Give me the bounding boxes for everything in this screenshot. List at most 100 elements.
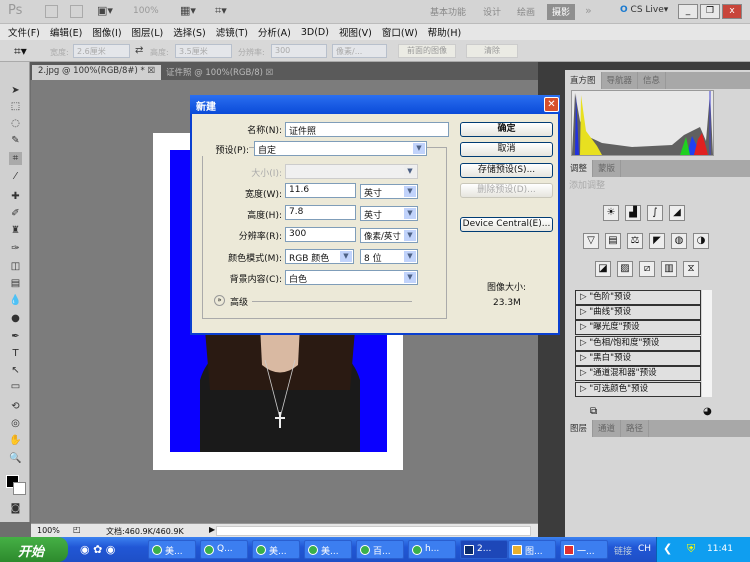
brush-tool-icon[interactable]: ✐ <box>9 207 22 220</box>
menu-image[interactable]: 图像(I) <box>92 25 121 39</box>
save-preset-button[interactable]: 存储预设(S)... <box>460 163 553 178</box>
quick-mask-icon[interactable]: ◙ <box>9 502 22 515</box>
history-brush-icon[interactable]: ✑ <box>9 242 22 255</box>
menu-analysis[interactable]: 分析(A) <box>258 25 291 39</box>
menu-help[interactable]: 帮助(H) <box>428 25 462 39</box>
hand-tool-icon[interactable]: ✋ <box>9 434 22 447</box>
menu-3d[interactable]: 3D(D) <box>301 27 329 38</box>
preset-levels[interactable]: ▷ "色阶"预设 <box>575 290 701 305</box>
clear-button[interactable]: 清除 <box>466 44 518 58</box>
tab-channels[interactable]: 通道 <box>593 420 621 437</box>
minimize-button[interactable]: _ <box>678 4 698 19</box>
status-menu-arrow[interactable]: ▶ <box>209 525 215 534</box>
channel-mixer-icon[interactable]: ◑ <box>693 233 709 249</box>
task-item[interactable]: h... <box>408 540 456 559</box>
screen-mode-icon[interactable]: ⌗▾ <box>215 4 227 18</box>
resolution-input[interactable]: 300 <box>285 227 356 242</box>
blur-tool-icon[interactable]: 💧 <box>9 294 22 307</box>
3d-rotate-icon[interactable]: ⟲ <box>9 400 22 413</box>
width-unit-select[interactable]: 英寸▼ <box>360 184 418 199</box>
eraser-tool-icon[interactable]: ◫ <box>9 260 22 273</box>
marquee-tool-icon[interactable]: ⬚ <box>9 100 22 113</box>
cancel-button[interactable]: 取消 <box>460 142 553 157</box>
arrange-icon[interactable]: ▦▾ <box>180 4 196 17</box>
crop-tool-preset-icon[interactable]: ⌗▾ <box>14 44 27 59</box>
preset-select[interactable]: 自定▼ <box>254 141 427 156</box>
close-tab-icon[interactable]: ☒ <box>266 68 274 78</box>
size-select[interactable]: ▼ <box>285 164 418 179</box>
tab-id-photo[interactable]: 证件照 @ 100%(RGB/8) ☒ <box>160 65 279 80</box>
hue-saturation-icon[interactable]: ▤ <box>605 233 621 249</box>
width-input[interactable]: 2.6厘米 <box>73 44 130 58</box>
photo-filter-icon[interactable]: ◍ <box>671 233 687 249</box>
background-select[interactable]: 白色▼ <box>285 270 418 285</box>
preset-channel-mixer[interactable]: ▷ "通道混和器"预设 <box>575 366 701 381</box>
gradient-tool-icon[interactable]: ▤ <box>9 277 22 290</box>
width-input[interactable]: 11.6 <box>285 183 356 198</box>
cs-live[interactable]: O CS Live▾ <box>620 5 668 15</box>
zoom-tool-icon[interactable]: 🔍 <box>9 452 22 465</box>
minibridge-icon[interactable] <box>70 5 83 18</box>
crop-tool-icon[interactable]: ⌗ <box>9 152 22 165</box>
tab-layers[interactable]: 图层 <box>565 420 593 437</box>
tab-adjustments[interactable]: 调整 <box>565 160 593 177</box>
healing-tool-icon[interactable]: ✚ <box>9 190 22 203</box>
restore-button[interactable]: ❐ <box>700 4 720 19</box>
start-button[interactable]: 开始 <box>0 537 68 562</box>
levels-icon[interactable]: ▟ <box>625 205 641 221</box>
task-item[interactable]: 一... <box>560 540 608 559</box>
dodge-tool-icon[interactable]: ● <box>9 312 22 325</box>
resolution-unit-select[interactable]: 像素/英寸▼ <box>360 228 418 243</box>
eyedropper-tool-icon[interactable]: ⁄ <box>9 170 22 183</box>
threshold-icon[interactable]: ⧄ <box>639 261 655 277</box>
menu-layer[interactable]: 图层(L) <box>132 25 164 39</box>
move-tool-icon[interactable]: ➤ <box>9 84 22 97</box>
tab-navigator[interactable]: 导航器 <box>602 72 639 89</box>
view-extras-icon[interactable]: ▣▾ <box>97 4 113 17</box>
more-workspaces[interactable]: » <box>585 4 592 17</box>
lasso-tool-icon[interactable]: ◌ <box>9 117 22 130</box>
resolution-input[interactable]: 300 <box>271 44 327 58</box>
menu-view[interactable]: 视图(V) <box>339 25 372 39</box>
task-item[interactable]: 美... <box>148 540 196 559</box>
swap-icon[interactable]: ⇄ <box>135 45 143 56</box>
workspace-painting[interactable]: 绘画 <box>512 4 540 20</box>
posterize-icon[interactable]: ▨ <box>617 261 633 277</box>
type-tool-icon[interactable]: T <box>9 347 22 360</box>
quick-select-tool-icon[interactable]: ✎ <box>9 134 22 147</box>
gradient-map-icon[interactable]: ▥ <box>661 261 677 277</box>
menu-select[interactable]: 选择(S) <box>173 25 205 39</box>
workspace-design[interactable]: 设计 <box>478 4 506 20</box>
tab-paths[interactable]: 路径 <box>621 420 649 437</box>
bridge-icon[interactable] <box>45 5 58 18</box>
bit-depth-select[interactable]: 8 位▼ <box>360 249 418 264</box>
ok-button[interactable]: 确定 <box>460 122 553 137</box>
workspace-essentials[interactable]: 基本功能 <box>425 4 471 20</box>
zoom-level[interactable]: 100% <box>133 6 159 16</box>
tray-collapse-icon[interactable]: ❮ <box>663 542 672 555</box>
dialog-close-button[interactable]: ✕ <box>544 97 559 112</box>
status-zoom[interactable]: 100% <box>37 526 60 535</box>
invert-icon[interactable]: ◪ <box>595 261 611 277</box>
preset-black-white[interactable]: ▷ "黑白"预设 <box>575 351 701 366</box>
task-item[interactable]: Q... <box>200 540 248 559</box>
language-indicator[interactable]: CH <box>638 544 651 554</box>
visibility-icon[interactable]: ◕ <box>703 406 712 417</box>
color-mode-select[interactable]: RGB 颜色▼ <box>285 249 354 264</box>
task-item[interactable]: 美... <box>252 540 300 559</box>
task-item[interactable]: 图... <box>508 540 556 559</box>
close-tab-icon[interactable]: ☒ <box>147 66 155 76</box>
clip-icon[interactable]: ⧉ <box>590 406 597 417</box>
security-shield-icon[interactable]: ⛨ <box>687 542 695 556</box>
close-button[interactable]: x <box>722 4 742 19</box>
height-input[interactable]: 3.5厘米 <box>175 44 232 58</box>
quicklaunch-icons[interactable]: ◉ ✿ ◉ <box>80 543 115 556</box>
task-item[interactable]: 美... <box>304 540 352 559</box>
links-toolbar[interactable]: 链接 <box>614 544 632 557</box>
menu-edit[interactable]: 编辑(E) <box>50 25 82 39</box>
resolution-unit-select[interactable]: 像素/... <box>332 44 387 58</box>
menu-window[interactable]: 窗口(W) <box>382 25 418 39</box>
selective-color-icon[interactable]: ⧖ <box>683 261 699 277</box>
path-select-icon[interactable]: ↖ <box>9 364 22 377</box>
preset-curves[interactable]: ▷ "曲线"预设 <box>575 305 701 320</box>
